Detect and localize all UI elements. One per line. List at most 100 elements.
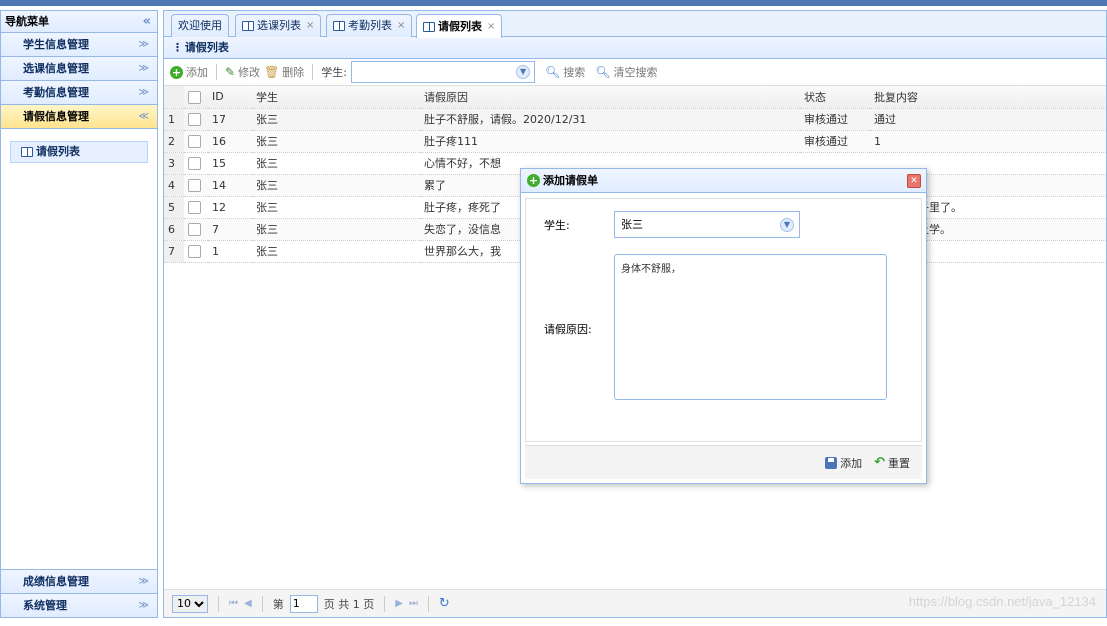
tab-leave-list[interactable]: 请假列表 ×: [416, 14, 503, 38]
toolbar: + 添加 ✎ 修改 🗑︎ 删除 学生: ▼ 🔍︎ 搜索 🔍︎ 清空搜索: [164, 59, 1106, 86]
chevron-down-icon[interactable]: ≫: [139, 33, 149, 56]
dialog-header: + 添加请假单 ✕: [521, 169, 926, 193]
dialog-reset-button[interactable]: ↶ 重置: [874, 455, 910, 471]
cell-id: 1: [208, 240, 252, 263]
section-label: 考勤信息管理: [23, 86, 89, 99]
dialog-add-button[interactable]: 添加: [825, 455, 862, 471]
close-tab-icon[interactable]: ×: [306, 15, 314, 37]
clear-search-label: 清空搜索: [613, 66, 658, 79]
chevron-down-icon[interactable]: ▼: [780, 218, 794, 232]
delete-button[interactable]: 🗑︎ 删除: [264, 64, 304, 80]
sidebar-section-student-info[interactable]: 学生信息管理 ≫: [1, 33, 157, 57]
select-all-cell: [184, 86, 208, 109]
page-size-select[interactable]: 10: [172, 594, 208, 613]
row-checkbox[interactable]: [188, 134, 201, 148]
cell-id: 15: [208, 152, 252, 175]
tab-welcome[interactable]: 欢迎使用: [171, 14, 229, 37]
tab-attendance-list[interactable]: 考勤列表 ×: [326, 14, 413, 37]
reset-icon: ↶: [874, 455, 885, 470]
section-label: 成绩信息管理: [23, 575, 89, 588]
sidebar-item-leave-list[interactable]: 请假列表: [10, 141, 148, 163]
sidebar-section-attendance[interactable]: 考勤信息管理 ≫: [1, 81, 157, 105]
chevron-down-icon[interactable]: ▼: [516, 65, 531, 79]
sidebar-header: 导航菜单 «: [1, 11, 157, 33]
row-checkbox[interactable]: [188, 222, 201, 236]
add-button-label: 添加: [840, 456, 863, 470]
page-count-text: 页 共 1 页: [323, 597, 375, 611]
chevron-down-icon[interactable]: ≫: [139, 57, 149, 80]
row-number: 3: [164, 152, 184, 175]
row-checkbox[interactable]: [188, 112, 201, 126]
panel-title: ⋮ 请假列表: [164, 37, 1106, 59]
tab-label: 考勤列表: [348, 19, 392, 32]
close-icon[interactable]: ✕: [907, 174, 921, 188]
student-filter-combobox[interactable]: ▼: [351, 61, 536, 83]
row-checkbox[interactable]: [188, 156, 201, 170]
row-checkbox[interactable]: [188, 244, 201, 258]
table-row[interactable]: 1 17 张三 肚子不舒服，请假。2020/12/31 审核通过 通过: [164, 108, 1106, 131]
add-leave-dialog: + 添加请假单 ✕ 学生: 张三 ▼ 请假原因: 身体不舒服， 添加 ↶ 重置: [520, 168, 927, 484]
app-header-bar: [0, 0, 1107, 6]
column-header-reason[interactable]: 请假原因: [420, 86, 800, 109]
column-header-student[interactable]: 学生: [252, 86, 420, 109]
add-button[interactable]: + 添加: [170, 64, 208, 80]
tab-label: 选课列表: [257, 19, 301, 32]
tab-course-list[interactable]: 选课列表 ×: [235, 14, 322, 37]
row-number: 7: [164, 240, 184, 263]
search-button[interactable]: 🔍︎ 搜索: [545, 64, 585, 80]
tab-bar: 欢迎使用 选课列表 × 考勤列表 × 请假列表 ×: [164, 11, 1106, 38]
cell-reply: 1: [870, 130, 1106, 153]
cell-reply: 通过: [870, 108, 1106, 131]
student-combobox[interactable]: 张三 ▼: [614, 211, 800, 238]
cell-reason: 肚子不舒服，请假。2020/12/31: [420, 108, 800, 131]
first-page-icon[interactable]: ⏮: [229, 598, 238, 609]
row-number: 4: [164, 174, 184, 197]
prev-page-icon[interactable]: ◀: [244, 598, 252, 609]
cell-student: 张三: [252, 174, 420, 197]
reason-label: 请假原因:: [544, 323, 592, 336]
plus-icon: +: [170, 65, 183, 79]
sidebar-section-system[interactable]: 系统管理 ≫: [1, 593, 157, 617]
student-label: 学生:: [544, 219, 570, 232]
trash-icon: 🗑︎: [264, 65, 280, 79]
row-select-cell: [184, 218, 208, 241]
chevron-down-icon[interactable]: ≫: [139, 570, 149, 593]
chevron-down-icon[interactable]: ≫: [139, 594, 149, 617]
sidebar-section-grades[interactable]: 成绩信息管理 ≫: [1, 569, 157, 593]
panel-title-text: 请假列表: [184, 41, 229, 54]
refresh-icon[interactable]: ↻: [439, 596, 450, 611]
edit-button[interactable]: ✎ 修改: [225, 64, 260, 80]
row-checkbox[interactable]: [188, 178, 201, 192]
tab-label: 请假列表: [438, 19, 482, 33]
next-page-icon[interactable]: ▶: [395, 598, 403, 609]
column-header-reply[interactable]: 批复内容: [870, 86, 1106, 109]
row-select-cell: [184, 174, 208, 197]
section-label: 系统管理: [23, 599, 67, 612]
chevron-up-icon[interactable]: ≪: [139, 105, 149, 128]
page-number-input[interactable]: [289, 594, 318, 613]
search-label: 搜索: [563, 66, 586, 79]
table-row[interactable]: 2 16 张三 肚子疼111 审核通过 1: [164, 130, 1106, 153]
collapse-sidebar-icon[interactable]: «: [143, 11, 151, 33]
cell-student: 张三: [252, 196, 420, 219]
cell-status: 审核通过: [800, 108, 870, 131]
divider: [216, 64, 217, 80]
sidebar-section-leave[interactable]: 请假信息管理 ≪: [1, 105, 157, 129]
chevron-down-icon[interactable]: ≫: [139, 81, 149, 104]
cell-reason: 肚子疼111: [420, 130, 800, 153]
vertical-dots-icon: ⋮: [172, 41, 183, 54]
book-icon: [21, 147, 33, 157]
save-icon: [825, 456, 838, 469]
clear-search-button[interactable]: 🔍︎ 清空搜索: [595, 64, 657, 80]
close-tab-icon[interactable]: ×: [487, 16, 495, 38]
sidebar-section-course-selection[interactable]: 选课信息管理 ≫: [1, 57, 157, 81]
student-combobox-value: 张三: [621, 218, 643, 231]
select-all-checkbox[interactable]: [188, 90, 201, 104]
close-tab-icon[interactable]: ×: [397, 15, 405, 37]
row-checkbox[interactable]: [188, 200, 201, 214]
column-header-id[interactable]: ID: [208, 86, 252, 109]
dialog-title: 添加请假单: [543, 173, 598, 187]
last-page-icon[interactable]: ⏭: [409, 598, 418, 609]
column-header-status[interactable]: 状态: [800, 86, 870, 109]
reason-textarea[interactable]: 身体不舒服，: [614, 254, 887, 400]
